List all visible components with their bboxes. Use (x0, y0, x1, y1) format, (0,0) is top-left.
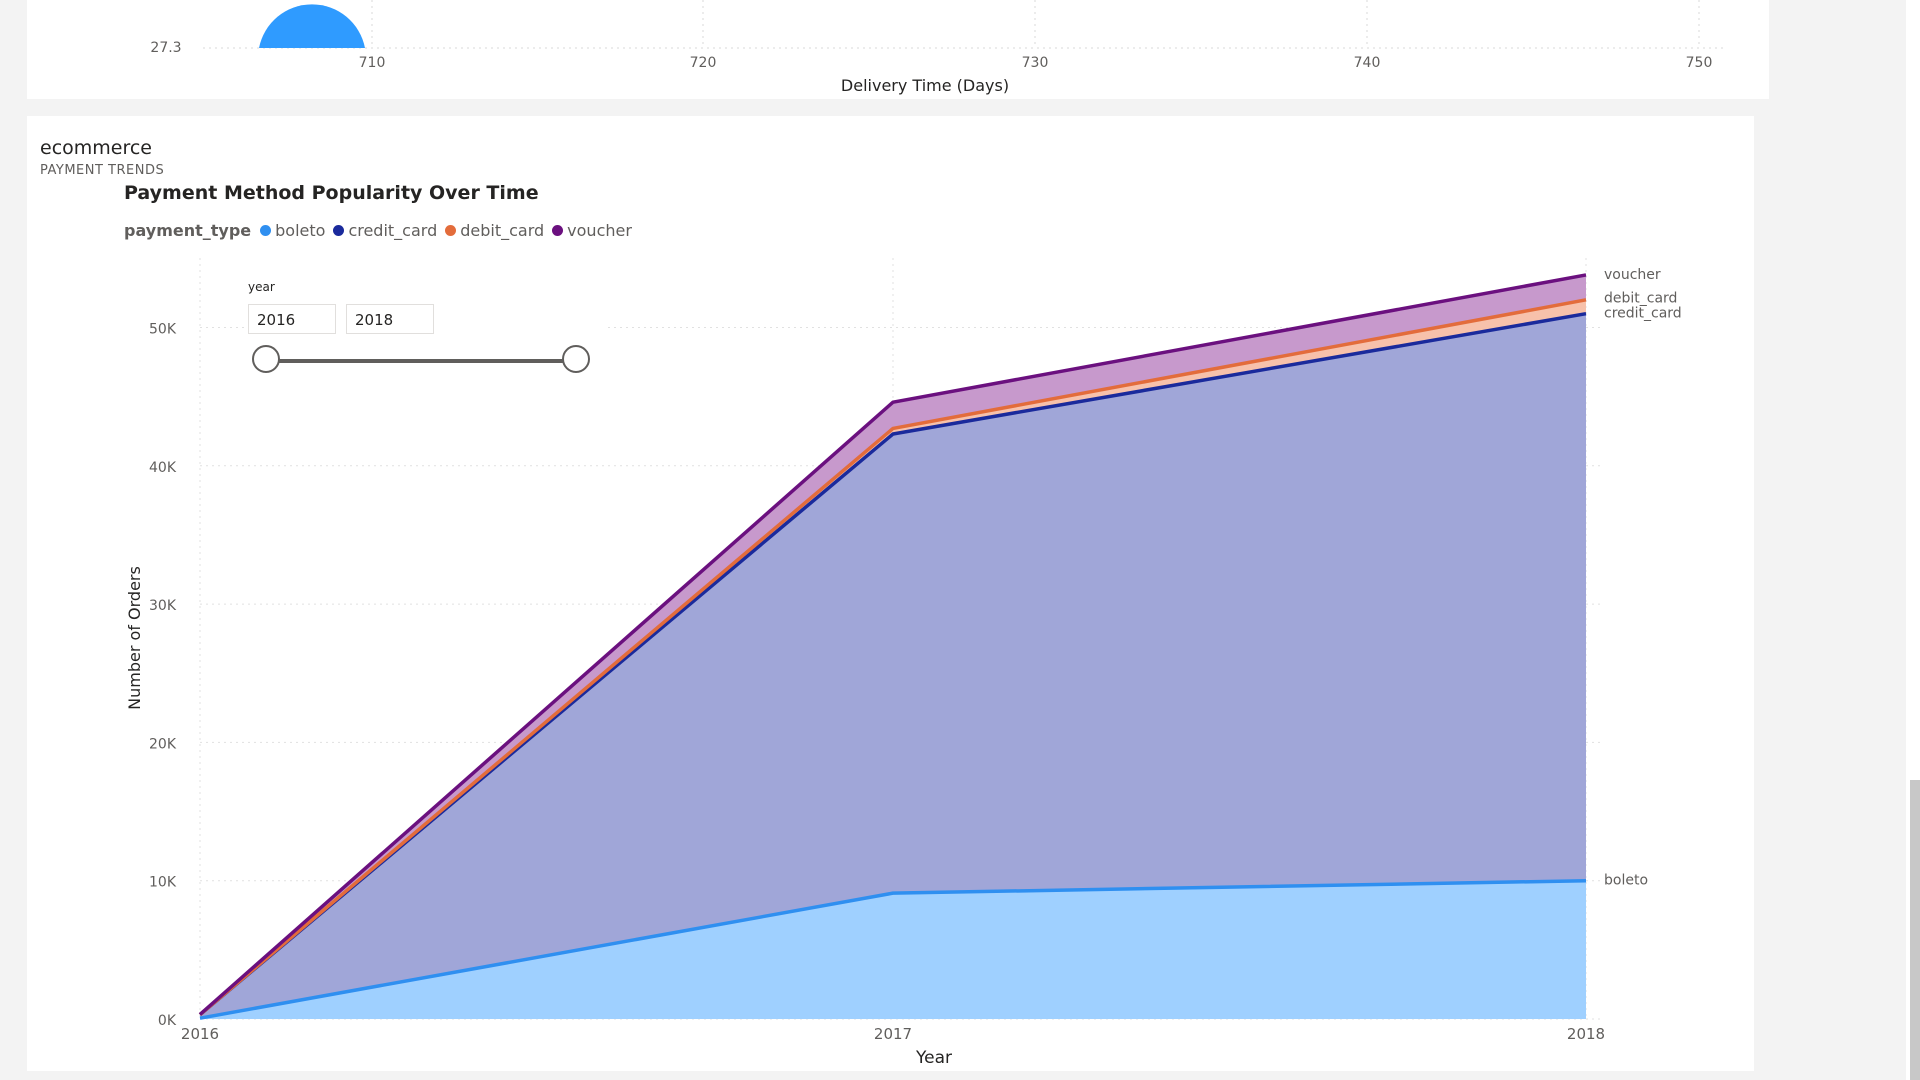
end-label-boleto: boleto (1604, 873, 1648, 889)
series-end-labels: boleto credit_carddebit_card voucher (1604, 267, 1682, 889)
slicer-track[interactable] (266, 359, 576, 363)
y-tick-label: 10K (149, 875, 177, 891)
y-tick-label: 0K (158, 1013, 177, 1029)
scrollbar-thumb[interactable] (1910, 780, 1920, 1080)
y-axis-ticks: 0K 10K 20K 30K 40K 50K (149, 322, 177, 1030)
end-label-credit-card: credit_card (1604, 306, 1682, 322)
y-tick-label: 30K (149, 598, 177, 614)
slicer-title: year (248, 280, 275, 294)
payment-area-chart: 0K 10K 20K 30K 40K 50K 2016 2017 2018 boleto cre… (125, 258, 1682, 1068)
area-fills (200, 274, 1586, 1019)
x-axis-ticks: 2016 2017 2018 (181, 1025, 1605, 1043)
year-range-slicer: year 2016 2018 (248, 280, 608, 384)
slicer-end-handle[interactable] (562, 345, 590, 373)
end-label-debit-card: debit_card (1604, 291, 1677, 307)
y-tick-label: 50K (149, 322, 177, 338)
x-tick-label: 2016 (181, 1025, 219, 1043)
slicer-end-input[interactable]: 2018 (346, 304, 434, 334)
y-tick-label: 40K (149, 460, 177, 476)
x-tick-label: 2018 (1567, 1025, 1605, 1043)
x-tick-label: 2017 (874, 1025, 912, 1043)
slicer-start-handle[interactable] (252, 345, 280, 373)
y-axis-title: Number of Orders (125, 566, 144, 710)
end-label-voucher: voucher (1604, 267, 1661, 283)
y-tick-label: 20K (149, 736, 177, 752)
slicer-start-input[interactable]: 2016 (248, 304, 336, 334)
x-axis-title: Year (915, 1048, 952, 1068)
